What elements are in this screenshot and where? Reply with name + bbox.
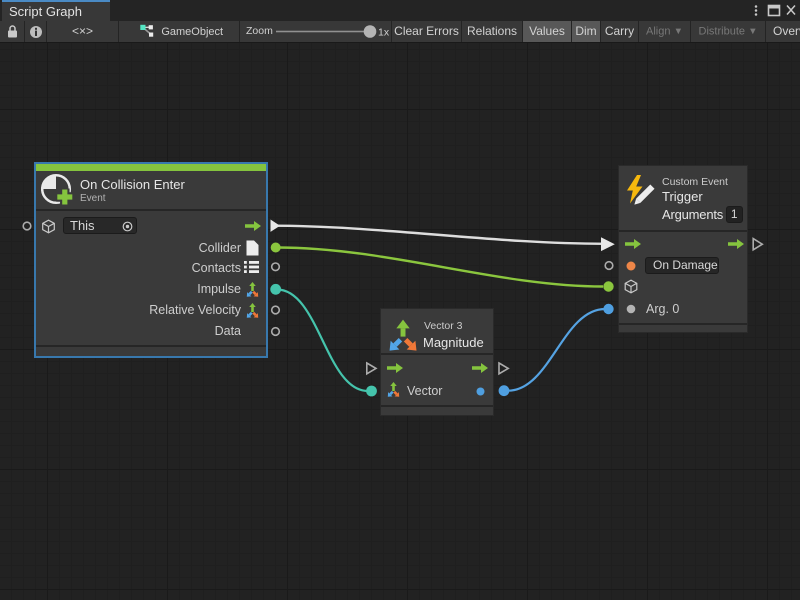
svg-text:1x: 1x [378, 27, 390, 39]
